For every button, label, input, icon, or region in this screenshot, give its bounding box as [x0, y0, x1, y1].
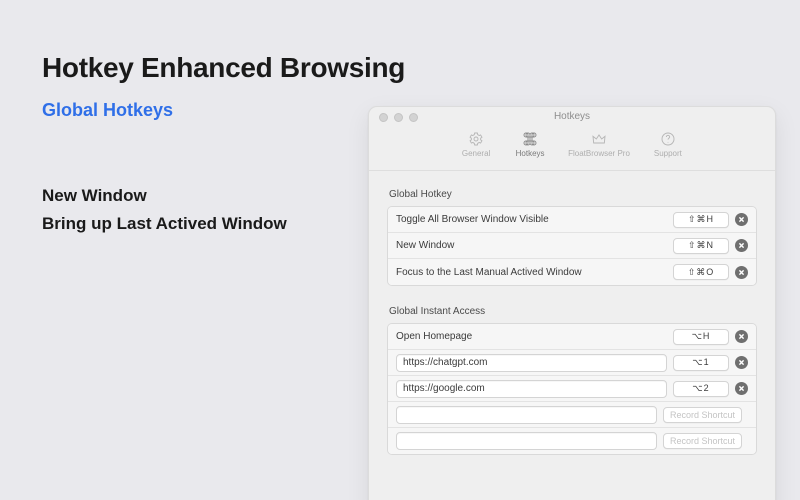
instant-row: Record Shortcut	[388, 402, 756, 428]
clear-shortcut-button[interactable]	[735, 382, 748, 395]
instant-row: https://google.com ⌥2	[388, 376, 756, 402]
hotkey-row: Toggle All Browser Window Visible ⇧⌘H	[388, 207, 756, 233]
instant-url-input[interactable]: https://chatgpt.com	[396, 354, 667, 372]
instant-row: https://chatgpt.com ⌥1	[388, 350, 756, 376]
command-icon	[522, 131, 538, 147]
tab-label: FloatBrowser Pro	[568, 149, 630, 158]
window-title: Hotkeys	[369, 111, 775, 122]
tab-support[interactable]: Support	[648, 129, 688, 160]
gear-icon	[468, 131, 484, 147]
tab-hotkeys[interactable]: Hotkeys	[510, 129, 550, 160]
clear-shortcut-button[interactable]	[735, 356, 748, 369]
hotkey-row: New Window ⇧⌘N	[388, 233, 756, 259]
tab-label: Support	[654, 149, 682, 158]
clear-shortcut-button[interactable]	[735, 330, 748, 343]
tab-label: General	[462, 149, 490, 158]
group-instant-access: Open Homepage ⌥H https://chatgpt.com ⌥1 …	[387, 323, 757, 455]
shortcut-recorder[interactable]: Record Shortcut	[663, 407, 742, 423]
section-label-instant-access: Global Instant Access	[389, 306, 757, 317]
instant-row: Record Shortcut	[388, 428, 756, 454]
hotkey-label: New Window	[396, 240, 673, 251]
tab-label: Hotkeys	[516, 149, 545, 158]
hotkey-label: Focus to the Last Manual Actived Window	[396, 267, 673, 278]
tab-general[interactable]: General	[456, 129, 496, 160]
tab-pro[interactable]: FloatBrowser Pro	[564, 129, 634, 160]
instant-label: Open Homepage	[396, 331, 673, 342]
shortcut-recorder[interactable]: ⇧⌘H	[673, 212, 729, 228]
titlebar: Hotkeys	[369, 107, 775, 127]
shortcut-recorder[interactable]: ⌥H	[673, 329, 729, 345]
clear-shortcut-button[interactable]	[735, 213, 748, 226]
shortcut-recorder[interactable]: ⌥2	[673, 381, 729, 397]
instant-row: Open Homepage ⌥H	[388, 324, 756, 350]
question-icon	[660, 131, 676, 147]
hero-title: Hotkey Enhanced Browsing	[42, 52, 405, 84]
clear-shortcut-button[interactable]	[735, 266, 748, 279]
content-pane: Global Hotkey Toggle All Browser Window …	[369, 171, 775, 473]
hotkey-label: Toggle All Browser Window Visible	[396, 214, 673, 225]
shortcut-recorder[interactable]: Record Shortcut	[663, 433, 742, 449]
toolbar: General Hotkeys FloatBrowser Pro Support	[369, 127, 775, 171]
instant-url-input[interactable]	[396, 432, 657, 450]
shortcut-recorder[interactable]: ⇧⌘O	[673, 264, 729, 280]
clear-shortcut-button[interactable]	[735, 239, 748, 252]
instant-url-input[interactable]	[396, 406, 657, 424]
shortcut-recorder[interactable]: ⌥1	[673, 355, 729, 371]
hero-feature-2: Bring up Last Actived Window	[42, 214, 287, 234]
section-label-global-hotkey: Global Hotkey	[389, 189, 757, 200]
hero-feature-1: New Window	[42, 186, 147, 206]
crown-icon	[591, 131, 607, 147]
hero-subtitle: Global Hotkeys	[42, 100, 173, 121]
shortcut-recorder[interactable]: ⇧⌘N	[673, 238, 729, 254]
hotkey-row: Focus to the Last Manual Actived Window …	[388, 259, 756, 285]
group-global-hotkey: Toggle All Browser Window Visible ⇧⌘H Ne…	[387, 206, 757, 286]
instant-url-input[interactable]: https://google.com	[396, 380, 667, 398]
preferences-window: Hotkeys General Hotkeys FloatBrowser Pro…	[368, 106, 776, 500]
